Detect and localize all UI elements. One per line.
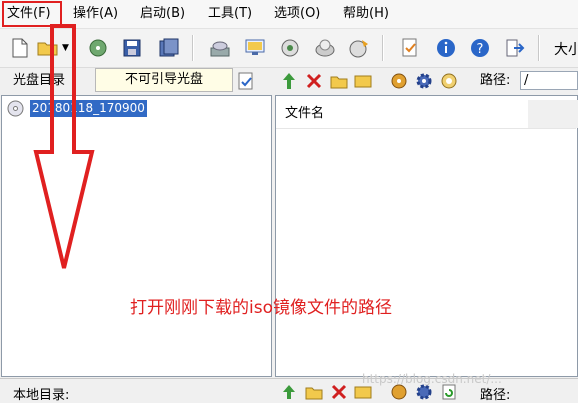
file-list-panel[interactable] (275, 95, 578, 377)
virtual-drive-icon[interactable] (244, 36, 268, 60)
save-as-icon[interactable] (157, 36, 181, 60)
refresh-disc-icon[interactable] (440, 72, 458, 90)
local-path-label: 路径: (480, 388, 511, 403)
toolbar-separator (192, 35, 194, 61)
local-delete-icon[interactable] (330, 383, 348, 401)
path-input[interactable]: / (520, 71, 578, 90)
menu-action[interactable]: 操作(A) (73, 5, 118, 23)
mount-icon[interactable] (313, 36, 337, 60)
menu-options[interactable]: 选项(O) (274, 5, 320, 23)
boot-properties-icon[interactable] (237, 72, 255, 90)
watermark: https://blog.csdn.net/... (362, 372, 502, 386)
up-level-icon[interactable] (280, 72, 298, 90)
red-arrow-annotation (33, 24, 95, 269)
local-up-level-icon[interactable] (280, 383, 298, 401)
new-folder-icon[interactable] (330, 72, 348, 90)
svg-text:?: ? (477, 42, 484, 57)
delete-icon[interactable] (305, 72, 323, 90)
properties-icon[interactable] (398, 36, 422, 60)
rename-icon[interactable] (354, 72, 372, 90)
new-file-icon[interactable] (8, 36, 32, 60)
local-directory-label: 本地目录: (13, 388, 70, 403)
extract-icon[interactable] (390, 72, 408, 90)
local-new-folder-icon[interactable] (305, 383, 323, 401)
help-icon[interactable]: ? (468, 36, 492, 60)
compress-icon[interactable] (278, 36, 302, 60)
column-header-blank (528, 100, 578, 128)
cd-disc-icon (7, 100, 24, 117)
boot-status-badge: 不可引导光盘 (95, 68, 233, 92)
menu-tools[interactable]: 工具(T) (208, 5, 252, 23)
size-label: 大小 (554, 42, 578, 58)
instruction-annotation: 打开刚刚下载的iso镜像文件的路径 (130, 298, 392, 318)
path-label: 路径: (480, 71, 511, 91)
menu-boot[interactable]: 启动(B) (140, 5, 185, 23)
settings-gear-icon[interactable] (415, 72, 433, 90)
info-icon[interactable] (434, 36, 458, 60)
menu-help[interactable]: 帮助(H) (343, 5, 389, 23)
burn-disc-icon[interactable] (347, 36, 371, 60)
exit-icon[interactable] (503, 36, 527, 60)
toolbar-separator (538, 35, 540, 61)
toolbar-separator (382, 35, 384, 61)
burn-cd-icon[interactable] (208, 36, 232, 60)
save-icon[interactable] (120, 36, 144, 60)
